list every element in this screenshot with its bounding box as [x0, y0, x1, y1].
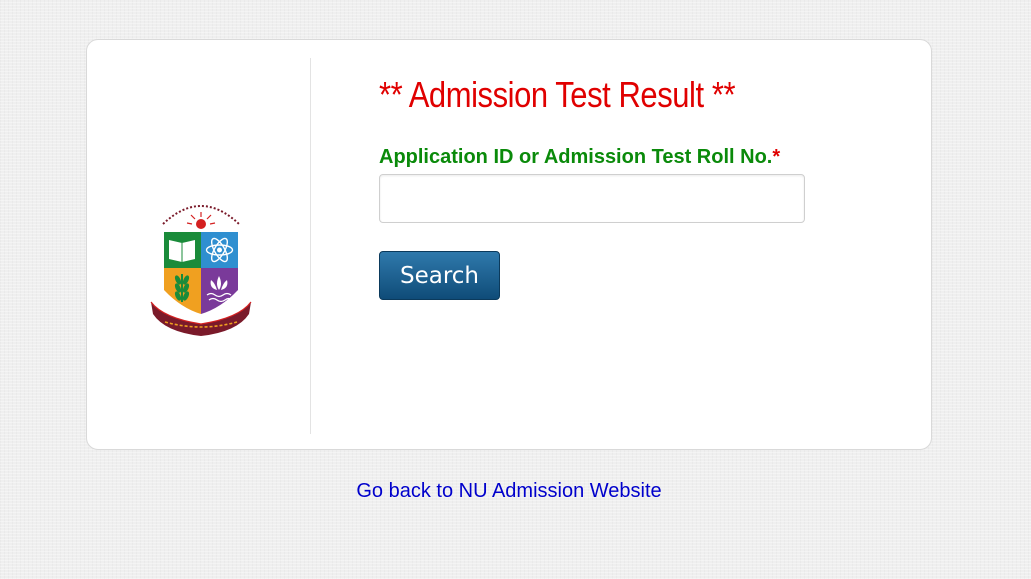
application-id-input[interactable] [379, 174, 805, 223]
application-id-label: Application ID or Admission Test Roll No… [379, 146, 780, 169]
application-id-label-text: Application ID or Admission Test Roll No… [379, 146, 773, 168]
university-logo-icon [150, 205, 252, 336]
required-marker: * [772, 146, 781, 168]
result-card: ** Admission Test Result ** Application … [86, 39, 932, 450]
back-to-admission-website-link[interactable]: Go back to NU Admission Website [0, 480, 1018, 503]
page-title: ** Admission Test Result ** [379, 74, 736, 115]
search-button[interactable]: Search [379, 251, 500, 300]
vertical-divider [310, 58, 311, 434]
